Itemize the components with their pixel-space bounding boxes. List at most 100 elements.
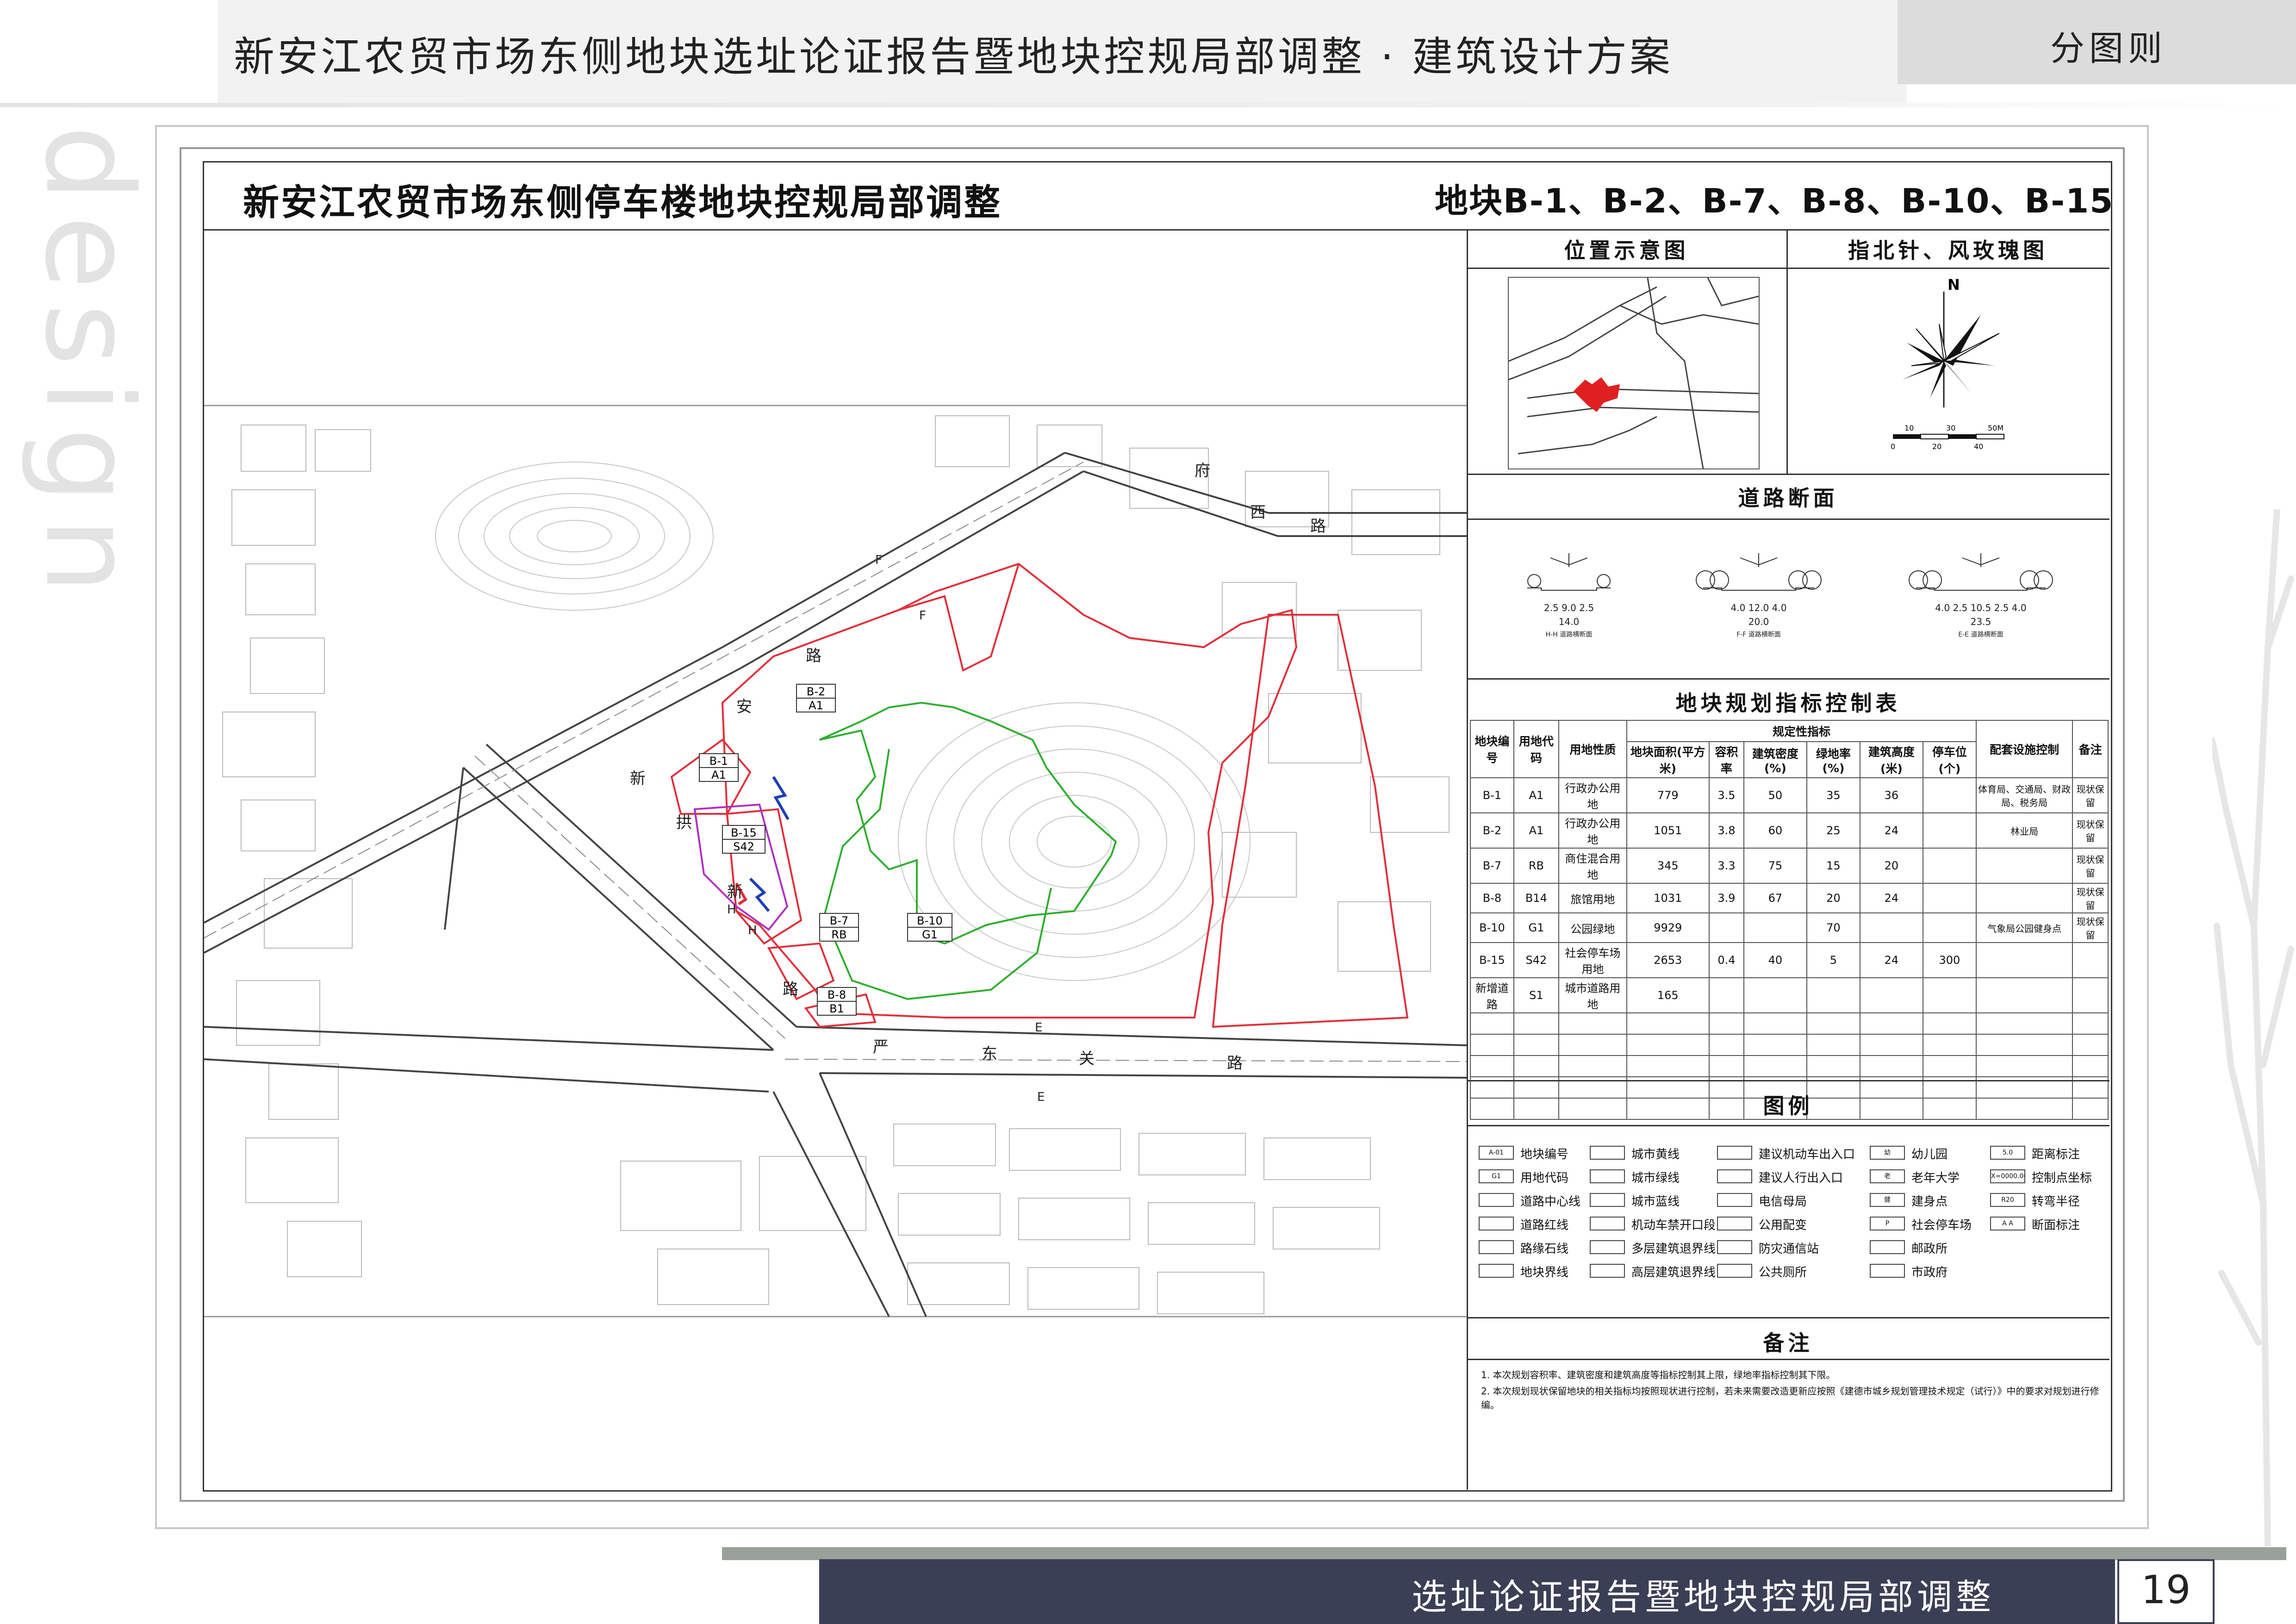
legend-label: 社会停车场 <box>1911 1218 1972 1232</box>
table-cell <box>1976 942 2073 978</box>
table-cell: 24 <box>1860 883 1923 913</box>
map-svg: B-2A1 B-1A1 B-15S42 B-7RB B-10G1 B-8B1 府… <box>204 405 1467 1318</box>
table-cell: 行政办公用地 <box>1558 777 1627 813</box>
road-label-xin1: 新 <box>630 769 646 788</box>
legend-label: 地块编号 <box>1520 1148 1569 1162</box>
table-cell: 3.8 <box>1708 812 1745 849</box>
road-label-lu4: 路 <box>1227 1054 1243 1073</box>
table-cell: B-8 <box>1470 883 1514 913</box>
table-cell: 5 <box>1806 942 1861 978</box>
legend-label: 建身点 <box>1911 1195 1948 1209</box>
legend-symbol <box>1717 1193 1752 1207</box>
parcel-b1-code: A1 <box>711 768 726 781</box>
scale-top-2: 30 <box>1946 424 1955 432</box>
legend-symbol: X=0000.00 Y=0000.00 <box>1990 1169 2025 1183</box>
table-cell <box>1708 912 1745 943</box>
table-cell <box>1860 1012 1923 1035</box>
table-cell: B-10 <box>1470 912 1514 943</box>
section-mark-f1: F <box>875 553 882 567</box>
compass-svg: N 10 30 50M 0 20 40 <box>1891 276 2004 451</box>
table-cell <box>2072 977 2109 1013</box>
table-cell <box>1626 1034 1710 1056</box>
parcel-b15-outline <box>693 803 789 931</box>
remark-1: 1. 本次规划容积率、建筑密度和建筑高度等指标控制其上限，绿地率指标控制其下限。 <box>1481 1369 1836 1380</box>
table-cell <box>1558 1055 1627 1077</box>
table-cell: 1031 <box>1626 883 1710 913</box>
table-row-empty <box>1470 1034 2109 1056</box>
parcel-b2-id: B-2 <box>807 685 825 698</box>
scale-top-3: 50M <box>1988 424 2004 432</box>
legend-label: 邮政所 <box>1911 1242 1948 1256</box>
compass-north-label: N <box>1948 276 1960 294</box>
th-land-code: 用地代码 <box>1513 720 1560 778</box>
legend-label: 道路红线 <box>1520 1218 1569 1232</box>
parcel-label-b15: B-15S42 <box>722 825 765 854</box>
legend-label: 城市黄线 <box>1631 1148 1680 1162</box>
control-plan-map[interactable]: B-2 A1 B-1 A1 B-15 S42 B-7 RB B-10 G1 B-8 B1 府… <box>204 231 1467 1490</box>
parcel-labels: B-2A1 B-1A1 B-15S42 B-7RB B-10G1 B-8B1 <box>699 684 952 1016</box>
parcel-b15-id: B-15 <box>731 826 757 839</box>
table-cell: 体育局、交通局、财政局、税务局 <box>1976 777 2073 813</box>
table-cell <box>1708 1055 1745 1077</box>
table-cell: 行政办公用地 <box>1558 812 1627 849</box>
table-cell <box>1976 1012 2073 1035</box>
legend-label: 用地代码 <box>1520 1171 1569 1185</box>
table-cell <box>1743 1055 1807 1077</box>
side-watermark: design <box>19 125 158 608</box>
panel-divider <box>1467 1317 2109 1318</box>
table-cell: 40 <box>1743 942 1807 978</box>
section-label: 分图则 <box>2050 29 2167 69</box>
table-cell: B-2 <box>1470 812 1514 849</box>
legend-symbol: 老 <box>1870 1169 1905 1183</box>
parcel-b8-code: B1 <box>829 1002 844 1015</box>
road-label-lu2: 路 <box>806 647 821 665</box>
legend-symbol <box>1870 1240 1905 1254</box>
scale-top-1: 10 <box>1904 424 1914 432</box>
road-label-dong: 东 <box>982 1045 997 1063</box>
table-cell <box>1922 977 1977 1013</box>
parcel-b7-code: RB <box>831 928 846 941</box>
scale-bottom-3: 40 <box>1974 442 1983 451</box>
table-cell <box>1860 912 1923 943</box>
legend-label: 断面标注 <box>2032 1218 2080 1232</box>
table-cell <box>1708 977 1745 1013</box>
table-cell: 60 <box>1743 812 1807 849</box>
table-cell <box>1860 1055 1923 1077</box>
road-centerlines <box>204 462 1467 1062</box>
legend-label: 地块界线 <box>1520 1266 1569 1280</box>
table-cell <box>1922 1012 1977 1035</box>
table-cell: B-15 <box>1470 942 1514 978</box>
table-cell: S42 <box>1513 942 1560 978</box>
table-cell <box>1806 977 1861 1013</box>
table-cell <box>2072 1034 2109 1056</box>
road-section-drawings: 2.5 9.0 2.5 14.0 H-H 道路横断面 4.0 12.0 4.0 … <box>1500 544 2101 655</box>
table-cell: B-7 <box>1470 848 1514 884</box>
table-cell <box>1976 1055 2073 1077</box>
parcel-label-b10: B-10G1 <box>907 913 952 942</box>
legend-symbol <box>1590 1169 1625 1183</box>
table-cell <box>1860 1034 1923 1056</box>
compass-rose: N 10 30 50M 0 20 40 <box>1847 273 2041 463</box>
legend-symbol <box>1479 1240 1514 1254</box>
tree-svg <box>2209 506 2294 1549</box>
th-green: 绿地率(%) <box>1806 741 1861 778</box>
th-remarks: 备注 <box>2072 720 2109 778</box>
table-cell: 36 <box>1860 777 1923 813</box>
table-cell <box>1860 977 1923 1013</box>
table-row-empty <box>1470 1012 2109 1035</box>
table-cell <box>1743 1034 1807 1056</box>
table-cell <box>1976 977 2073 1013</box>
header-divider <box>0 103 2296 107</box>
table-cell: 24 <box>1860 812 1923 849</box>
table-cell: 300 <box>1922 942 1977 978</box>
table-cell: 公园绿地 <box>1558 912 1627 943</box>
sheet-title: 新安江农贸市场东侧停车楼地块控规局部调整 <box>243 182 1002 224</box>
decorative-tree <box>2209 506 2296 1549</box>
legend-symbol: R20 <box>1990 1193 2025 1207</box>
index-table: 地块编号 用地代码 用地性质 规定性指标 配套设施控制 备注 地块面积(平方米)… <box>1470 720 2109 1120</box>
page-title: 新安江农贸市场东侧地块选址论证报告暨地块控规局部调整 · 建筑设计方案 <box>234 33 1673 81</box>
legend-symbol: 5.0 <box>1990 1146 2025 1160</box>
table-cell: G1 <box>1513 912 1560 943</box>
table-cell <box>1976 1034 2073 1056</box>
th-far: 容积率 <box>1708 741 1745 778</box>
